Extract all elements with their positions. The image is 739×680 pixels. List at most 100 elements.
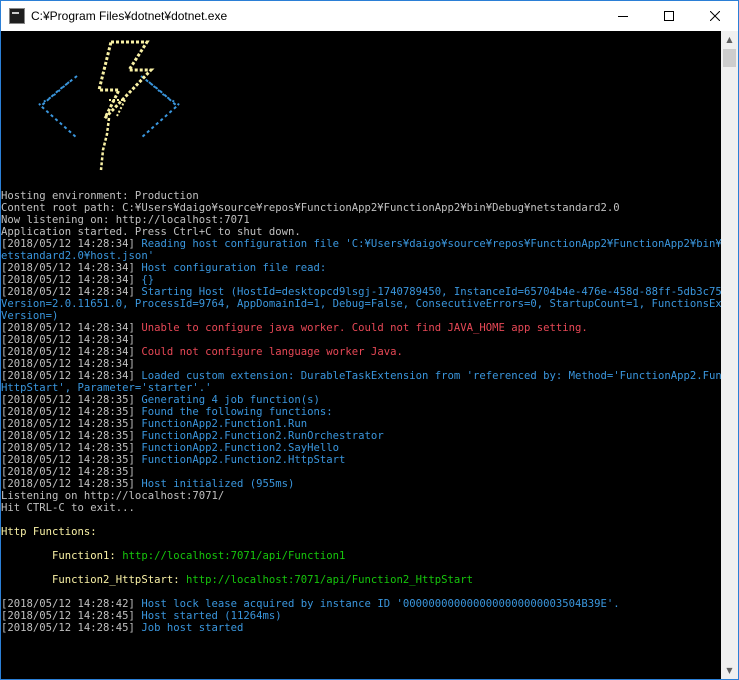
log-timestamp: [2018/05/12 14:28:35] [1, 418, 142, 430]
log-text: HttpStart', Parameter='starter'.' [1, 382, 212, 394]
console-line: [2018/05/12 14:28:34] Host configuration… [1, 262, 721, 274]
log-timestamp: [2018/05/12 14:28:34] [1, 274, 142, 286]
log-timestamp: [2018/05/12 14:28:35] [1, 442, 142, 454]
console-line: [2018/05/12 14:28:35] Generating 4 job f… [1, 394, 721, 406]
scroll-down-icon[interactable]: ▼ [721, 662, 738, 679]
console-line: Hosting environment: Production [1, 190, 721, 202]
console-line: Version=) [1, 310, 721, 322]
log-timestamp: [2018/05/12 14:28:35] [1, 478, 142, 490]
log-text: Unable to configure java worker. Could n… [141, 322, 588, 334]
log-text: Version=2.0.11651.0, ProcessId=9764, App… [1, 298, 721, 310]
console-line: Content root path: C:¥Users¥daigo¥source… [1, 202, 721, 214]
log-timestamp: [2018/05/12 14:28:34] [1, 286, 142, 298]
console-line: Now listening on: http://localhost:7071 [1, 214, 721, 226]
minimize-icon [618, 16, 628, 17]
console-log: Hosting environment: Production Content r… [1, 190, 721, 634]
log-text: FunctionApp2.Function2.HttpStart [141, 454, 346, 466]
console-line: [2018/05/12 14:28:34] Reading host confi… [1, 238, 721, 250]
log-text: http://localhost:7071/api/Function1 [122, 550, 346, 562]
console-line: [2018/05/12 14:28:45] Host started (1126… [1, 610, 721, 622]
console-line: [2018/05/12 14:28:35] FunctionApp2.Funct… [1, 454, 721, 466]
log-timestamp: [2018/05/12 14:28:42] [1, 598, 142, 610]
console-line: Function2_HttpStart: http://localhost:70… [1, 574, 721, 586]
console-line: [2018/05/12 14:28:35] FunctionApp2.Funct… [1, 430, 721, 442]
console-line: [2018/05/12 14:28:34] Starting Host (Hos… [1, 286, 721, 298]
minimize-button[interactable] [600, 1, 646, 31]
scroll-up-icon[interactable]: ▲ [721, 31, 738, 48]
log-timestamp: [2018/05/12 14:28:35] [1, 406, 142, 418]
console-line: Listening on http://localhost:7071/ [1, 490, 721, 502]
log-text: Version=) [1, 310, 59, 322]
log-timestamp: [2018/05/12 14:28:34] [1, 358, 135, 370]
log-text: Http Functions: [1, 526, 97, 538]
log-text: Content root path: C:¥Users¥daigo¥source… [1, 202, 620, 214]
log-timestamp: [2018/05/12 14:28:35] [1, 430, 142, 442]
console-line: [2018/05/12 14:28:34] [1, 334, 721, 346]
log-text: FunctionApp2.Function2.SayHello [141, 442, 340, 454]
log-text: Host started (11264ms) [141, 610, 282, 622]
console-line: Version=2.0.11651.0, ProcessId=9764, App… [1, 298, 721, 310]
log-text: Loaded custom extension: DurableTaskExte… [141, 370, 721, 382]
log-text: Listening on http://localhost:7071/ [1, 490, 225, 502]
scrollbar-thumb[interactable] [723, 49, 736, 67]
log-timestamp: [2018/05/12 14:28:45] [1, 610, 142, 622]
log-text: Job host started [141, 622, 244, 634]
log-text: Function2_HttpStart: [1, 574, 186, 586]
window-title: C:¥Program Files¥dotnet¥dotnet.exe [31, 9, 228, 23]
log-text: Now listening on: http://localhost:7071 [1, 214, 250, 226]
log-text: {} [141, 274, 155, 286]
azure-functions-lightning-logo [29, 40, 189, 180]
log-timestamp: [2018/05/12 14:28:34] [1, 346, 142, 358]
console-line: [2018/05/12 14:28:35] FunctionApp2.Funct… [1, 418, 721, 430]
console-line: etstandard2.0¥host.json' [1, 250, 721, 262]
console-line: [2018/05/12 14:28:35] Found the followin… [1, 406, 721, 418]
log-timestamp: [2018/05/12 14:28:34] [1, 262, 142, 274]
console-line: [2018/05/12 14:28:35] FunctionApp2.Funct… [1, 442, 721, 454]
log-text: Generating 4 job function(s) [141, 394, 320, 406]
log-text: Found the following functions: [141, 406, 333, 418]
log-timestamp: [2018/05/12 14:28:34] [1, 370, 142, 382]
log-timestamp: [2018/05/12 14:28:35] [1, 466, 135, 478]
log-timestamp: [2018/05/12 14:28:35] [1, 454, 142, 466]
log-text: Function1: [1, 550, 123, 562]
console-line: [2018/05/12 14:28:34] {} [1, 274, 721, 286]
console-line: [2018/05/12 14:28:34] Could not configur… [1, 346, 721, 358]
log-text: http://localhost:7071/api/Function2_Http… [185, 574, 473, 586]
console-line: [2018/05/12 14:28:42] Host lock lease ac… [1, 598, 721, 610]
console-output[interactable]: Hosting environment: Production Content r… [1, 31, 721, 679]
log-text: Starting Host (HostId=desktopcd9lsgj-174… [141, 286, 721, 298]
console-line: [2018/05/12 14:28:45] Job host started [1, 622, 721, 634]
log-timestamp: [2018/05/12 14:28:34] [1, 334, 135, 346]
console-app-icon[interactable] [9, 8, 25, 24]
log-text: Could not configure language worker Java… [141, 346, 403, 358]
console-line: [2018/05/12 14:28:34] Loaded custom exte… [1, 370, 721, 382]
log-text: Application started. Press Ctrl+C to shu… [1, 226, 301, 238]
maximize-button[interactable] [646, 1, 692, 31]
console-window: C:¥Program Files¥dotnet¥dotnet.exe Hosti… [0, 0, 739, 680]
console-line: Hit CTRL-C to exit... [1, 502, 721, 514]
log-text: FunctionApp2.Function1.Run [141, 418, 308, 430]
maximize-icon [664, 11, 674, 21]
close-icon [710, 11, 720, 21]
log-timestamp: [2018/05/12 14:28:34] [1, 238, 142, 250]
log-text: Host lock lease acquired by instance ID … [141, 598, 620, 610]
log-text: FunctionApp2.Function2.RunOrchestrator [141, 430, 384, 442]
log-text: Reading host configuration file 'C:¥User… [141, 238, 721, 250]
log-text: Hit CTRL-C to exit... [1, 502, 135, 514]
console-line: Application started. Press Ctrl+C to shu… [1, 226, 721, 238]
title-bar[interactable]: C:¥Program Files¥dotnet¥dotnet.exe [1, 1, 738, 31]
console-line: HttpStart', Parameter='starter'.' [1, 382, 721, 394]
console-line: [2018/05/12 14:28:35] [1, 466, 721, 478]
log-timestamp: [2018/05/12 14:28:35] [1, 394, 142, 406]
log-text: Host initialized (955ms) [141, 478, 295, 490]
log-text: etstandard2.0¥host.json' [1, 250, 155, 262]
close-button[interactable] [692, 1, 738, 31]
console-line: [2018/05/12 14:28:35] Host initialized (… [1, 478, 721, 490]
log-timestamp: [2018/05/12 14:28:45] [1, 622, 142, 634]
vertical-scrollbar[interactable]: ▲ ▼ [721, 31, 738, 679]
log-timestamp: [2018/05/12 14:28:34] [1, 322, 142, 334]
